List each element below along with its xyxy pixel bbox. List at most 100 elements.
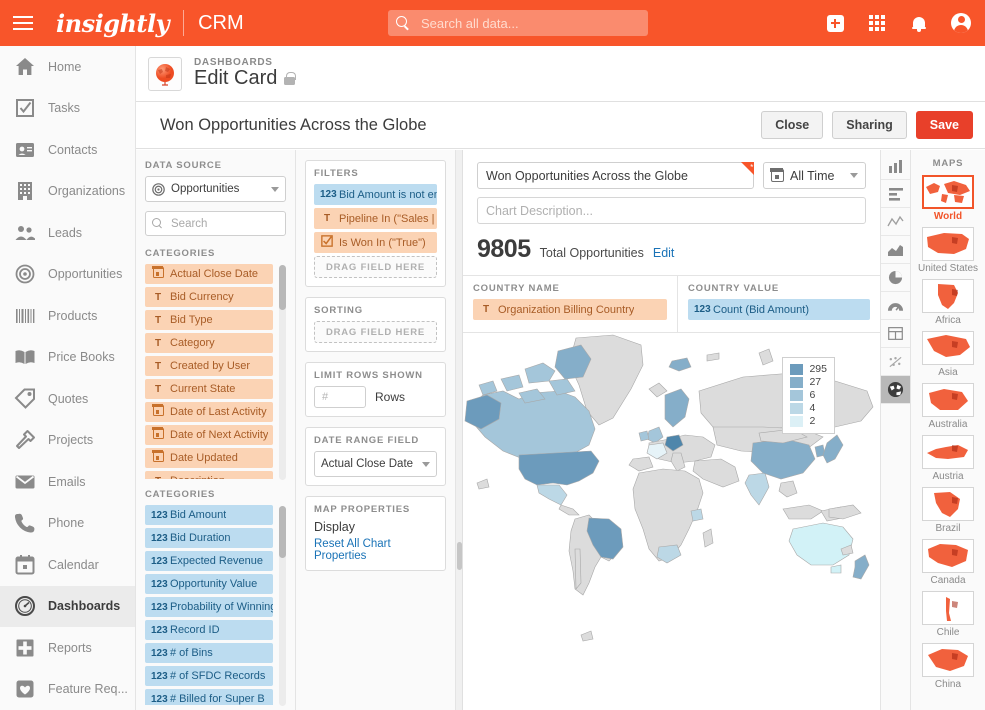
- search-input[interactable]: [419, 14, 639, 32]
- sidebar-item-contacts[interactable]: Contacts: [0, 129, 135, 171]
- save-button[interactable]: Save: [915, 111, 973, 139]
- sidebar-item-leads[interactable]: Leads: [0, 212, 135, 254]
- country-value-field-label: Count (Bid Amount): [713, 303, 809, 316]
- field-pill[interactable]: 123 Record ID: [145, 620, 273, 640]
- column-chart-icon[interactable]: [881, 152, 910, 180]
- filter-pill[interactable]: T Pipeline In ("Sales | Ne...: [314, 208, 437, 229]
- world-map-chart[interactable]: 295 27 6 4 2: [463, 333, 880, 710]
- close-button[interactable]: Close: [761, 111, 824, 139]
- scrollbar-thumb[interactable]: [279, 265, 286, 310]
- text-field-list[interactable]: Actual Close Date T Bid Currency T Bid Type T…: [145, 264, 286, 479]
- scrollbar-track[interactable]: [279, 265, 286, 480]
- field-pill[interactable]: Actual Close Date: [145, 264, 273, 284]
- sidebar-item-dashboards[interactable]: Dashboards: [0, 585, 135, 627]
- sidebar-item-calendar[interactable]: Calendar: [0, 544, 135, 586]
- filter-list[interactable]: 123Bid Amount is not empty T Pipeline In (…: [314, 184, 437, 253]
- sidebar-item-emails[interactable]: Emails: [0, 461, 135, 503]
- map-option-austria[interactable]: Austria: [911, 435, 985, 482]
- field-pill[interactable]: 123 Probability of Winning: [145, 597, 273, 617]
- limit-rows-label: LIMIT ROWS SHOWN: [314, 370, 423, 381]
- sorting-dropzone[interactable]: DRAG FIELD HERE: [314, 321, 437, 343]
- field-pill[interactable]: 123 Expected Revenue: [145, 551, 273, 571]
- sidebar-item-opportunities[interactable]: Opportunities: [0, 254, 135, 296]
- field-pill[interactable]: T Description: [145, 471, 273, 479]
- sidebar-item-quotes[interactable]: Quotes: [0, 378, 135, 420]
- time-range-select[interactable]: All Time: [763, 162, 866, 189]
- sidebar-item-products[interactable]: Products: [0, 295, 135, 337]
- country-name-field[interactable]: T Organization Billing Country: [473, 299, 667, 320]
- edit-total-link[interactable]: Edit: [653, 246, 675, 260]
- map-option-asia[interactable]: Asia: [911, 331, 985, 378]
- filter-pill[interactable]: Is Won In ("True"): [314, 232, 437, 253]
- sidebar-item-feature-req[interactable]: Feature Req...: [0, 669, 135, 710]
- field-pill[interactable]: 123 # of Bins: [145, 643, 273, 663]
- numeric-field-list[interactable]: 123 Bid Amount 123 Bid Duration 123 Expected …: [145, 505, 286, 705]
- maps-list[interactable]: World United States Africa Asia Australia Aus…: [911, 175, 985, 690]
- sidebar-item-phone[interactable]: Phone: [0, 503, 135, 545]
- map-option-brazil[interactable]: Brazil: [911, 487, 985, 534]
- data-source-select[interactable]: Opportunities: [145, 176, 286, 202]
- sidebar-item-label: Products: [48, 308, 98, 323]
- line-chart-icon[interactable]: [881, 208, 910, 236]
- country-value-field[interactable]: 123 Count (Bid Amount): [688, 299, 870, 320]
- account-icon[interactable]: [945, 7, 977, 39]
- notifications-bell-icon[interactable]: [903, 7, 935, 39]
- map-option-canada[interactable]: Canada: [911, 539, 985, 586]
- sidebar-item-price-books[interactable]: Price Books: [0, 337, 135, 379]
- map-chart-icon[interactable]: [881, 376, 910, 404]
- map-option-united-states[interactable]: United States: [911, 227, 985, 274]
- field-pill[interactable]: 123 Bid Amount: [145, 505, 273, 525]
- field-label: Date Updated: [170, 452, 238, 464]
- date-range-select[interactable]: Actual Close Date: [314, 451, 437, 477]
- chart-description-input[interactable]: [477, 197, 866, 224]
- scrollbar-track[interactable]: [279, 506, 286, 706]
- field-pill[interactable]: T Category: [145, 333, 273, 353]
- field-pill[interactable]: T Created by User: [145, 356, 273, 376]
- menu-hamburger-icon[interactable]: [0, 16, 46, 30]
- field-label: Bid Amount: [170, 509, 227, 521]
- field-pill[interactable]: 123 # Billed for Super B: [145, 689, 273, 705]
- map-option-china[interactable]: China: [911, 643, 985, 690]
- add-icon[interactable]: [819, 7, 851, 39]
- sharing-button[interactable]: Sharing: [832, 111, 907, 139]
- limit-rows-suffix: Rows: [375, 390, 406, 404]
- sidebar-item-projects[interactable]: Projects: [0, 420, 135, 462]
- bar-chart-icon[interactable]: [881, 180, 910, 208]
- map-option-australia[interactable]: Australia: [911, 383, 985, 430]
- scrollbar-thumb[interactable]: [279, 506, 286, 558]
- field-pill[interactable]: 123 Opportunity Value: [145, 574, 273, 594]
- field-pill[interactable]: T Bid Currency: [145, 287, 273, 307]
- field-search-input[interactable]: [169, 216, 279, 231]
- field-type-icon: 123: [151, 509, 168, 521]
- field-label: Category: [170, 337, 215, 349]
- map-option-world[interactable]: World: [911, 175, 985, 222]
- panel-splitter[interactable]: [456, 150, 463, 710]
- sidebar-item-home[interactable]: Home: [0, 46, 135, 88]
- map-option-chile[interactable]: Chile: [911, 591, 985, 638]
- sidebar-item-organizations[interactable]: Organizations: [0, 171, 135, 213]
- filter-pill[interactable]: 123Bid Amount is not empty: [314, 184, 437, 205]
- field-pill[interactable]: T Current State: [145, 379, 273, 399]
- field-pill[interactable]: 123 Bid Duration: [145, 528, 273, 548]
- splitter-grip[interactable]: [457, 542, 462, 570]
- field-pill[interactable]: Date of Next Activity: [145, 425, 273, 445]
- field-pill[interactable]: Date Updated: [145, 448, 273, 468]
- field-pill[interactable]: T Bid Type: [145, 310, 273, 330]
- apps-grid-icon[interactable]: [861, 7, 893, 39]
- sidebar-item-reports[interactable]: Reports: [0, 627, 135, 669]
- chart-title-input[interactable]: [477, 162, 754, 189]
- area-chart-icon[interactable]: [881, 236, 910, 264]
- filters-dropzone[interactable]: DRAG FIELD HERE: [314, 256, 437, 278]
- map-option-africa[interactable]: Africa: [911, 279, 985, 326]
- field-pill[interactable]: 123 # of SFDC Records: [145, 666, 273, 686]
- field-search[interactable]: [145, 211, 286, 236]
- sidebar-item-tasks[interactable]: Tasks: [0, 88, 135, 130]
- limit-rows-input[interactable]: [314, 386, 366, 408]
- global-search[interactable]: [388, 10, 648, 36]
- pie-chart-icon[interactable]: [881, 264, 910, 292]
- field-pill[interactable]: Date of Last Activity: [145, 402, 273, 422]
- scatter-chart-icon[interactable]: [881, 348, 910, 376]
- gauge-chart-icon[interactable]: [881, 292, 910, 320]
- table-chart-icon[interactable]: [881, 320, 910, 348]
- reset-chart-properties-link[interactable]: Reset All Chart Properties: [314, 538, 437, 562]
